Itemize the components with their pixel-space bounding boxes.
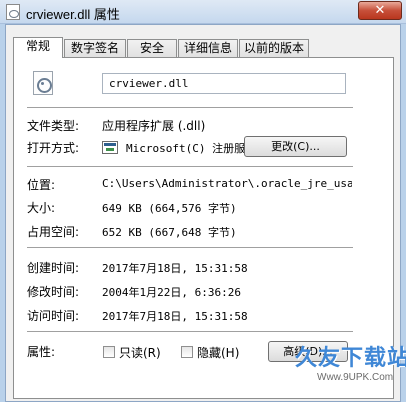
- accessed-label: 访问时间:: [27, 309, 80, 323]
- file-icon: [6, 4, 20, 20]
- tab-previous-versions[interactable]: 以前的版本: [239, 39, 309, 57]
- window-title: crviewer.dll 属性: [26, 7, 120, 22]
- site-watermark: 久友下载站 Www.9UPK.Com: [289, 340, 406, 396]
- watermark-url: Www.9UPK.Com: [317, 372, 394, 383]
- attributes-label: 属性:: [27, 345, 56, 359]
- modified-label: 修改时间:: [27, 285, 80, 299]
- modified-value: 2004年1月22日, 6:36:26: [102, 286, 241, 299]
- size-label: 大小:: [27, 201, 56, 215]
- file-name-field[interactable]: crviewer.dll: [102, 73, 346, 94]
- size-value: 649 KB (664,576 字节): [102, 202, 237, 215]
- accessed-value: 2017年7月18日, 15:31:58: [102, 310, 248, 323]
- size-on-disk-value: 652 KB (667,648 字节): [102, 226, 237, 239]
- tab-details[interactable]: 详细信息: [178, 39, 238, 57]
- dll-file-icon: [33, 71, 53, 95]
- divider: [27, 247, 353, 249]
- watermark-text: 久友下载站: [295, 346, 406, 371]
- readonly-label[interactable]: 只读(R): [119, 344, 161, 361]
- size-on-disk-label: 占用空间:: [27, 225, 80, 239]
- title-bar: crviewer.dll 属性 ✕: [0, 0, 406, 24]
- file-type-value: 应用程序扩展 (.dll): [102, 119, 206, 133]
- location-label: 位置:: [27, 178, 56, 192]
- tab-digital-signatures[interactable]: 数字签名: [64, 39, 126, 57]
- readonly-checkbox[interactable]: [103, 346, 115, 358]
- created-value: 2017年7月18日, 15:31:58: [102, 262, 248, 275]
- app-icon: [102, 141, 118, 154]
- hidden-label[interactable]: 隐藏(H): [197, 344, 239, 361]
- change-button[interactable]: 更改(C)...: [244, 136, 347, 157]
- divider: [27, 166, 353, 168]
- divider: [27, 107, 353, 109]
- file-type-label: 文件类型:: [27, 119, 80, 133]
- opens-with-label: 打开方式:: [27, 141, 80, 155]
- tab-security[interactable]: 安全: [127, 39, 177, 57]
- divider: [27, 331, 353, 333]
- close-button[interactable]: ✕: [358, 1, 402, 20]
- created-label: 创建时间:: [27, 261, 80, 275]
- hidden-checkbox[interactable]: [181, 346, 193, 358]
- tab-general[interactable]: 常规: [13, 37, 63, 58]
- location-value: C:\Users\Administrator\.oracle_jre_usage…: [102, 177, 352, 190]
- opens-with-value: Microsoft(C) 注册服: [126, 142, 246, 155]
